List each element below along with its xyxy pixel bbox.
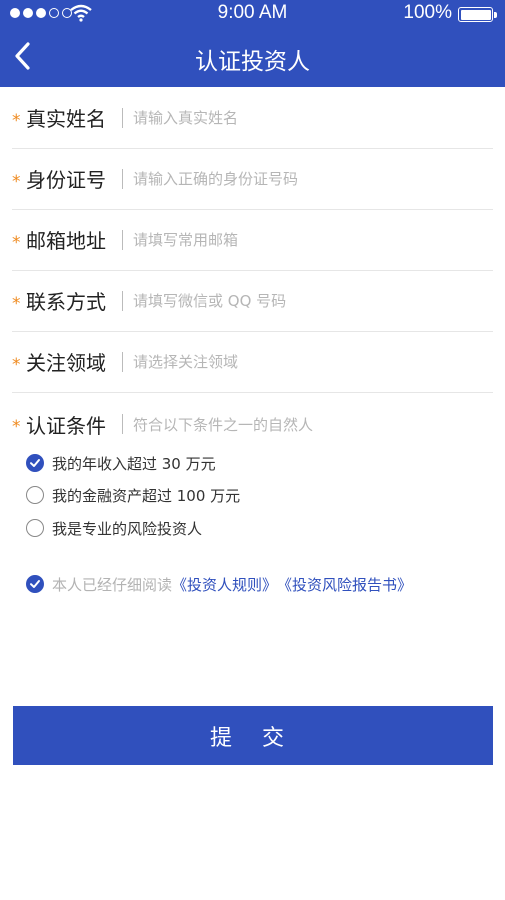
required-mark: * (12, 417, 21, 437)
field-label: 联系方式 (26, 290, 106, 314)
field-label: 真实姓名 (26, 107, 106, 131)
investor-rules-link[interactable]: 《投资人规则》 (172, 574, 277, 595)
id-number-field[interactable]: * 身份证号 请输入正确的身份证号码 (12, 148, 493, 210)
condition-label: 我的金融资产超过 100 万元 (52, 486, 241, 505)
id-number-input[interactable]: 请输入正确的身份证号码 (133, 168, 298, 189)
risk-report-link[interactable]: 《投资风险报告书》 (277, 574, 412, 595)
contact-input[interactable]: 请填写微信或 QQ 号码 (133, 290, 286, 311)
condition-option-assets[interactable]: 我的金融资产超过 100 万元 (26, 483, 240, 507)
divider (122, 229, 123, 250)
field-label: 认证条件 (26, 413, 106, 438)
status-bar: 9:00 AM 100% (0, 0, 505, 27)
email-field[interactable]: * 邮箱地址 请填写常用邮箱 (12, 209, 493, 271)
check-icon[interactable] (26, 575, 44, 593)
radio-icon[interactable] (26, 486, 44, 504)
required-mark: * (12, 110, 21, 131)
required-mark: * (12, 171, 21, 192)
name-input[interactable]: 请输入真实姓名 (133, 107, 238, 128)
condition-label: 我是专业的风险投资人 (52, 519, 203, 538)
focus-area-select[interactable]: 请选择关注领域 (133, 351, 238, 372)
criteria-hint: 符合以下条件之一的自然人 (133, 415, 314, 434)
divider (122, 168, 123, 189)
condition-label: 我的年收入超过 30 万元 (52, 454, 216, 473)
submit-button[interactable]: 提 交 (13, 706, 493, 765)
check-icon[interactable] (26, 454, 44, 472)
criteria-field: * 认证条件 符合以下条件之一的自然人 (12, 393, 493, 455)
divider (122, 107, 123, 128)
battery-tip (494, 12, 497, 18)
field-label: 身份证号 (26, 168, 106, 192)
page-title: 认证投资人 (195, 49, 310, 75)
condition-option-professional[interactable]: 我是专业的风险投资人 (26, 516, 202, 540)
radio-icon[interactable] (26, 519, 44, 537)
agreement-text: 本人已经仔细阅读 (52, 575, 173, 594)
required-mark: * (12, 293, 21, 314)
divider (122, 290, 123, 311)
battery-percent: 100% (403, 2, 452, 23)
focus-area-field[interactable]: * 关注领域 请选择关注领域 (12, 331, 493, 393)
condition-option-income[interactable]: 我的年收入超过 30 万元 (26, 451, 216, 475)
email-input[interactable]: 请填写常用邮箱 (133, 229, 238, 250)
required-mark: * (12, 354, 21, 375)
top-bar: 9:00 AM 100% 认证投资人 (0, 0, 505, 87)
contact-field[interactable]: * 联系方式 请填写微信或 QQ 号码 (12, 270, 493, 332)
name-field[interactable]: * 真实姓名 请输入真实姓名 (12, 87, 493, 149)
field-label: 邮箱地址 (26, 229, 106, 253)
field-label: 关注领域 (26, 351, 106, 375)
agreement[interactable]: 本人已经仔细阅读 《投资人规则》 《投资风险报告书》 (26, 572, 412, 596)
required-mark: * (12, 232, 21, 253)
battery-icon (458, 7, 493, 22)
divider (122, 351, 123, 372)
divider (122, 414, 123, 434)
